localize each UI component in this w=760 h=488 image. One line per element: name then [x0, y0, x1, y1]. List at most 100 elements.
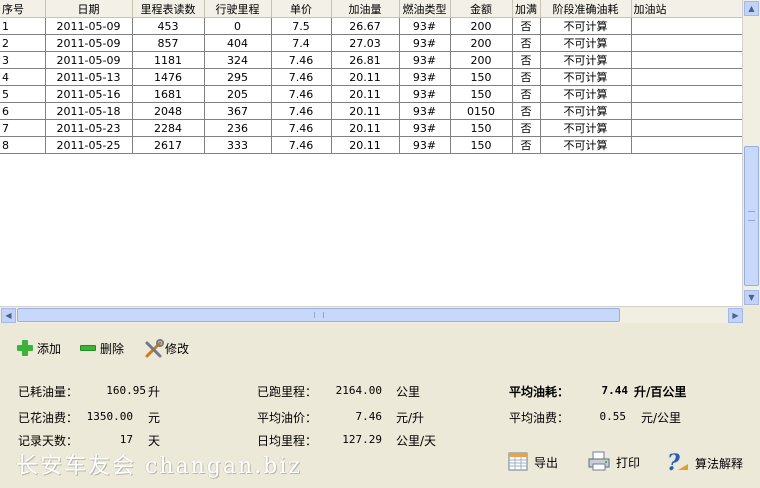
cell-date[interactable]: 2011-05-16 — [45, 85, 133, 103]
cell-fuel-amount[interactable]: 20.11 — [331, 68, 400, 86]
cell-date[interactable]: 2011-05-23 — [45, 119, 133, 137]
cell-station[interactable] — [631, 85, 743, 103]
cell-fuel-amount[interactable]: 26.67 — [331, 17, 400, 35]
cell-fuel-type[interactable]: 93# — [399, 17, 451, 35]
column-header-stage-consumption[interactable]: 阶段准确油耗 — [540, 0, 632, 18]
cell-fuel-type[interactable]: 93# — [399, 68, 451, 86]
cell-index[interactable]: 5 — [0, 85, 46, 103]
vertical-scroll-thumb[interactable] — [744, 146, 759, 286]
cell-full-tank[interactable]: 否 — [512, 136, 541, 154]
cell-date[interactable]: 2011-05-09 — [45, 17, 133, 35]
cell-date[interactable]: 2011-05-18 — [45, 102, 133, 120]
table-row[interactable]: 3 2011-05-09 1181 324 7.46 26.81 93# 200 否不可计算 — [0, 51, 743, 69]
cell-fuel-amount[interactable]: 26.81 — [331, 51, 400, 69]
cell-cost[interactable]: 150 — [450, 68, 513, 86]
cell-station[interactable] — [631, 119, 743, 137]
edit-button[interactable]: 修改 — [144, 339, 189, 358]
cell-distance[interactable]: 236 — [204, 119, 272, 137]
algorithm-explanation-button[interactable]: ? 算法解释 — [664, 450, 743, 477]
cell-distance[interactable]: 404 — [204, 34, 272, 52]
cell-station[interactable] — [631, 17, 743, 35]
cell-fuel-amount[interactable]: 20.11 — [331, 85, 400, 103]
column-header-cost[interactable]: 金额 — [450, 0, 513, 18]
horizontal-scroll-thumb[interactable] — [17, 308, 620, 322]
cell-index[interactable]: 7 — [0, 119, 46, 137]
cell-full-tank[interactable]: 否 — [512, 34, 541, 52]
cell-date[interactable]: 2011-05-13 — [45, 68, 133, 86]
column-header-date[interactable]: 日期 — [45, 0, 133, 18]
cell-cost[interactable]: 200 — [450, 17, 513, 35]
scroll-down-arrow-icon[interactable]: ▼ — [744, 290, 759, 305]
table-row[interactable]: 5 2011-05-16 1681 205 7.46 20.11 93# 150 否不可计算 — [0, 85, 743, 103]
table-row[interactable]: 8 2011-05-25 2617 333 7.46 20.11 93# 150 否不可计算 — [0, 136, 743, 154]
cell-full-tank[interactable]: 否 — [512, 85, 541, 103]
cell-distance[interactable]: 324 — [204, 51, 272, 69]
cell-cost[interactable]: 150 — [450, 119, 513, 137]
table-row[interactable]: 6 2011-05-18 2048 367 7.46 20.11 93# 0150 否不可计算 — [0, 102, 743, 120]
cell-odometer[interactable]: 453 — [132, 17, 205, 35]
cell-distance[interactable]: 333 — [204, 136, 272, 154]
cell-station[interactable] — [631, 136, 743, 154]
cell-date[interactable]: 2011-05-09 — [45, 34, 133, 52]
cell-unit-price[interactable]: 7.46 — [271, 102, 332, 120]
scroll-left-arrow-icon[interactable]: ◀ — [1, 308, 16, 323]
cell-fuel-type[interactable]: 93# — [399, 102, 451, 120]
cell-index[interactable]: 2 — [0, 34, 46, 52]
cell-fuel-amount[interactable]: 20.11 — [331, 119, 400, 137]
table-row[interactable]: 2 2011-05-09 857 404 7.4 27.03 93# 200 否不可计算 — [0, 34, 743, 52]
column-header-station[interactable]: 加油站 — [631, 0, 743, 18]
cell-fuel-amount[interactable]: 20.11 — [331, 102, 400, 120]
table-row[interactable]: 4 2011-05-13 1476 295 7.46 20.11 93# 150 否不可计算 — [0, 68, 743, 86]
cell-odometer[interactable]: 2617 — [132, 136, 205, 154]
cell-stage-consumption[interactable]: 不可计算 — [540, 119, 632, 137]
add-button[interactable]: 添加 — [16, 339, 61, 357]
cell-unit-price[interactable]: 7.46 — [271, 136, 332, 154]
cell-odometer[interactable]: 857 — [132, 34, 205, 52]
cell-station[interactable] — [631, 68, 743, 86]
cell-odometer[interactable]: 1681 — [132, 85, 205, 103]
cell-date[interactable]: 2011-05-25 — [45, 136, 133, 154]
column-header-odometer[interactable]: 里程表读数 — [132, 0, 205, 18]
cell-fuel-amount[interactable]: 27.03 — [331, 34, 400, 52]
print-button[interactable]: 打印 — [587, 450, 640, 475]
table-row[interactable]: 7 2011-05-23 2284 236 7.46 20.11 93# 150 否不可计算 — [0, 119, 743, 137]
cell-stage-consumption[interactable]: 不可计算 — [540, 51, 632, 69]
cell-index[interactable]: 6 — [0, 102, 46, 120]
cell-fuel-type[interactable]: 93# — [399, 51, 451, 69]
cell-unit-price[interactable]: 7.46 — [271, 119, 332, 137]
cell-date[interactable]: 2011-05-09 — [45, 51, 133, 69]
cell-index[interactable]: 8 — [0, 136, 46, 154]
cell-stage-consumption[interactable]: 不可计算 — [540, 136, 632, 154]
cell-index[interactable]: 4 — [0, 68, 46, 86]
cell-fuel-type[interactable]: 93# — [399, 85, 451, 103]
cell-distance[interactable]: 367 — [204, 102, 272, 120]
table-row[interactable]: 1 2011-05-09 453 0 7.5 26.67 93# 200 否不可计算 — [0, 17, 743, 35]
cell-cost[interactable]: 200 — [450, 34, 513, 52]
column-header-distance[interactable]: 行驶里程 — [204, 0, 272, 18]
column-header-unit-price[interactable]: 单价 — [271, 0, 332, 18]
cell-odometer[interactable]: 1476 — [132, 68, 205, 86]
cell-fuel-type[interactable]: 93# — [399, 34, 451, 52]
cell-odometer[interactable]: 1181 — [132, 51, 205, 69]
cell-unit-price[interactable]: 7.46 — [271, 51, 332, 69]
fuel-records-grid[interactable]: 序号 日期 里程表读数 行驶里程 单价 加油量 燃油类型 金额 加满 阶段准确油… — [0, 0, 760, 323]
scroll-right-arrow-icon[interactable]: ▶ — [728, 308, 743, 323]
cell-cost[interactable]: 150 — [450, 136, 513, 154]
cell-stage-consumption[interactable]: 不可计算 — [540, 17, 632, 35]
cell-station[interactable] — [631, 34, 743, 52]
cell-odometer[interactable]: 2284 — [132, 119, 205, 137]
cell-full-tank[interactable]: 否 — [512, 68, 541, 86]
horizontal-scrollbar[interactable]: ◀ ▶ — [0, 306, 743, 323]
cell-index[interactable]: 3 — [0, 51, 46, 69]
scroll-up-arrow-icon[interactable]: ▲ — [744, 1, 759, 16]
cell-unit-price[interactable]: 7.46 — [271, 68, 332, 86]
cell-station[interactable] — [631, 51, 743, 69]
vertical-scrollbar[interactable]: ▲ ▼ — [742, 0, 760, 306]
cell-fuel-type[interactable]: 93# — [399, 136, 451, 154]
cell-unit-price[interactable]: 7.5 — [271, 17, 332, 35]
cell-unit-price[interactable]: 7.4 — [271, 34, 332, 52]
delete-button[interactable]: 删除 — [79, 339, 124, 357]
column-header-fuel-amount[interactable]: 加油量 — [331, 0, 400, 18]
cell-stage-consumption[interactable]: 不可计算 — [540, 68, 632, 86]
column-header-fuel-type[interactable]: 燃油类型 — [399, 0, 451, 18]
